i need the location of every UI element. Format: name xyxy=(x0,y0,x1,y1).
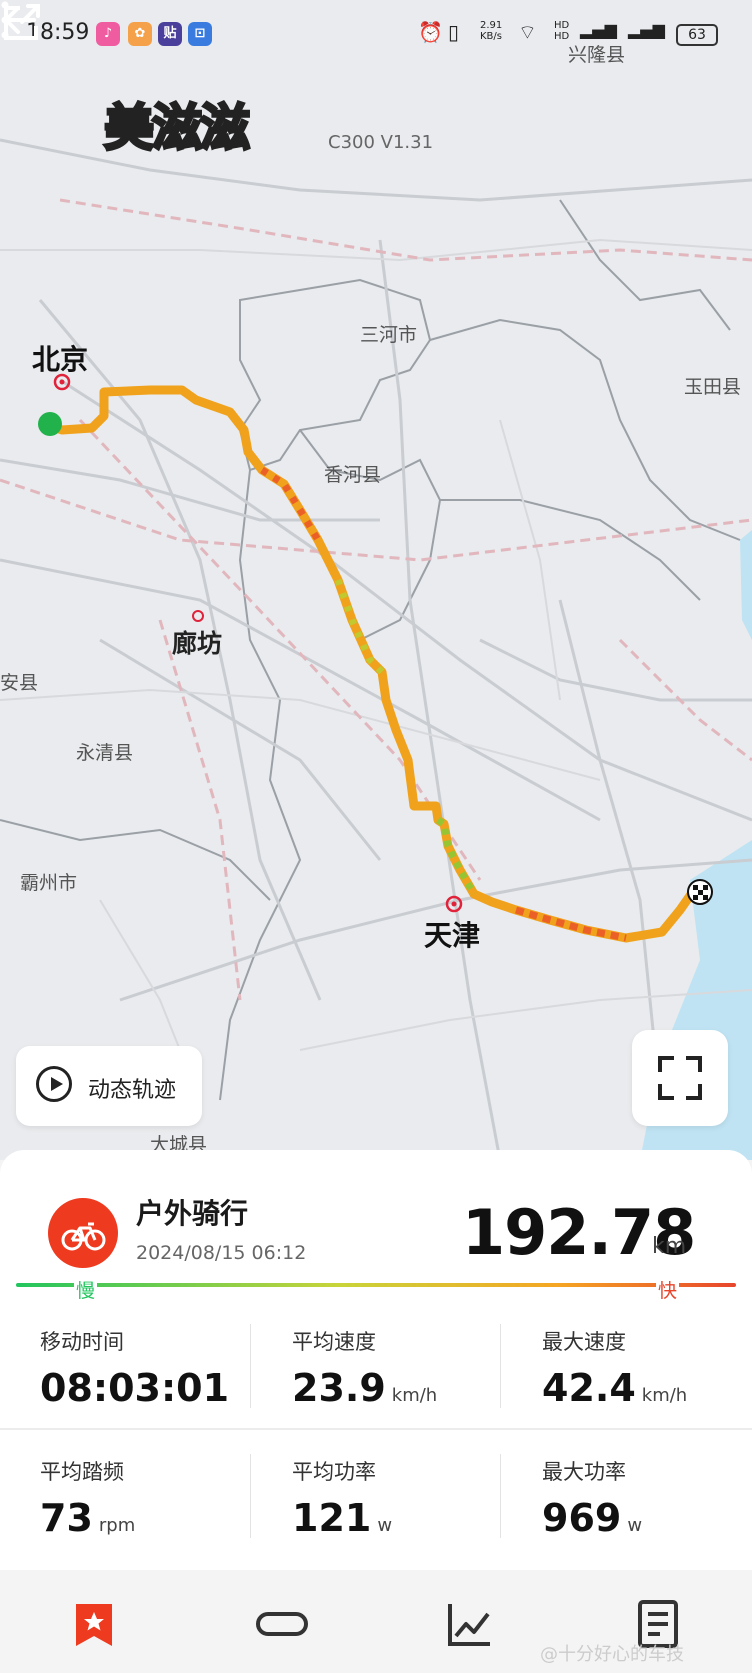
divider xyxy=(500,1454,501,1538)
stat-value: 23.9 xyxy=(292,1366,386,1410)
stat-avg-cadence: 平均踏频 73 rpm xyxy=(40,1456,260,1540)
distance-unit: km xyxy=(652,1234,687,1259)
map-label-xianghe: 香河县 xyxy=(324,464,382,486)
watermark-logo: 美滋滋 xyxy=(103,97,252,159)
fullscreen-icon xyxy=(658,1056,702,1100)
stat-label: 平均速度 xyxy=(292,1330,376,1354)
line-chart-icon xyxy=(448,1604,490,1646)
map-label-bazhou: 霸州市 xyxy=(20,872,78,894)
hd-icon: HD HD xyxy=(554,20,570,42)
stat-unit: w xyxy=(627,1515,643,1536)
divider xyxy=(250,1324,251,1408)
stat-unit: rpm xyxy=(98,1515,136,1536)
stat-unit: km/h xyxy=(641,1385,688,1406)
more-options-icon[interactable] xyxy=(0,0,10,40)
route-map[interactable]: 北京 三河市 兴隆县 玉田县 香河县 廊坊 安县 永清县 霸州市 天津 大城县 … xyxy=(0,0,752,1160)
stat-unit: km/h xyxy=(391,1385,438,1406)
vibrate-icon: ▯ xyxy=(448,20,460,44)
stat-value: 08:03:01 xyxy=(40,1366,230,1410)
dynamic-track-button[interactable]: 动态轨迹 xyxy=(16,1046,202,1126)
finish-flag-marker xyxy=(687,879,713,905)
stat-label: 平均功率 xyxy=(292,1460,376,1484)
divider xyxy=(250,1454,251,1538)
tab-charts[interactable] xyxy=(440,1594,500,1654)
row-divider xyxy=(0,1428,752,1430)
stat-avg-speed: 平均速度 23.9 km/h xyxy=(292,1326,512,1410)
stat-label: 移动时间 xyxy=(40,1330,124,1354)
loop-icon xyxy=(256,1612,308,1636)
stat-label: 平均踏频 xyxy=(40,1460,124,1484)
stat-unit: w xyxy=(377,1515,393,1536)
map-label-beijing: 北京 xyxy=(32,343,89,376)
divider xyxy=(500,1324,501,1408)
map-canvas xyxy=(0,138,752,1160)
stat-avg-power: 平均功率 121 w xyxy=(292,1456,512,1540)
star-bookmark-icon xyxy=(76,1604,112,1646)
dynamic-track-label: 动态轨迹 xyxy=(88,1078,177,1103)
signal-5g-icon: ▂▄▆ xyxy=(628,20,665,39)
stat-label: 最大功率 xyxy=(542,1460,626,1484)
device-label: C300 V1.31 xyxy=(328,132,434,153)
app-notification-icon-4: ⊡ xyxy=(188,22,212,46)
alarm-icon: ⏰ xyxy=(418,20,443,44)
stat-value: 121 xyxy=(292,1496,372,1540)
stat-value: 73 xyxy=(40,1496,93,1540)
app-notification-icon-3: 贴 xyxy=(158,22,182,46)
speed-color-scale xyxy=(16,1283,736,1287)
app-notification-icon: ♪ xyxy=(96,22,120,46)
bottom-tab-bar: @十分好心的车技 xyxy=(0,1574,752,1673)
stat-max-power: 最大功率 969 w xyxy=(542,1456,752,1540)
watermark-text: @十分好心的车技 xyxy=(540,1644,684,1665)
tab-laps[interactable] xyxy=(252,1594,312,1654)
battery-indicator: 63 xyxy=(676,24,718,46)
status-bar: 18:59 ♪ ✿ 贴 ⊡ ⏰ ▯ 2.91 KB/s ⌔ HD HD ▂▄▆ ▂… xyxy=(0,0,752,68)
activity-title: 户外骑行 xyxy=(136,1197,249,1230)
stat-label: 最大速度 xyxy=(542,1330,626,1354)
map-label-sanhe: 三河市 xyxy=(360,324,418,346)
bicycle-icon xyxy=(48,1198,118,1268)
stat-moving-time: 移动时间 08:03:01 xyxy=(40,1326,260,1410)
map-label-anxian: 安县 xyxy=(0,672,39,694)
fast-label: 快 xyxy=(656,1276,680,1303)
play-icon xyxy=(36,1066,72,1102)
activity-date: 2024/08/15 06:12 xyxy=(136,1242,307,1264)
map-label-yongqing: 永清县 xyxy=(76,742,134,764)
fullscreen-button[interactable] xyxy=(632,1030,728,1126)
map-label-langfang: 廊坊 xyxy=(172,629,223,658)
map-label-yutian: 玉田县 xyxy=(684,376,742,398)
signal-4g-icon: ▂▄▆ xyxy=(580,20,617,39)
map-label-tianjin: 天津 xyxy=(424,919,481,952)
app-notification-icon-2: ✿ xyxy=(128,22,152,46)
stat-max-speed: 最大速度 42.4 km/h xyxy=(542,1326,752,1410)
wifi-icon: ⌔ xyxy=(518,20,537,44)
stat-value: 969 xyxy=(542,1496,622,1540)
tab-summary[interactable] xyxy=(64,1594,124,1654)
net-speed: 2.91 KB/s xyxy=(480,20,503,42)
stat-value: 42.4 xyxy=(542,1366,636,1410)
slow-label: 慢 xyxy=(74,1276,98,1303)
start-marker xyxy=(38,412,62,436)
